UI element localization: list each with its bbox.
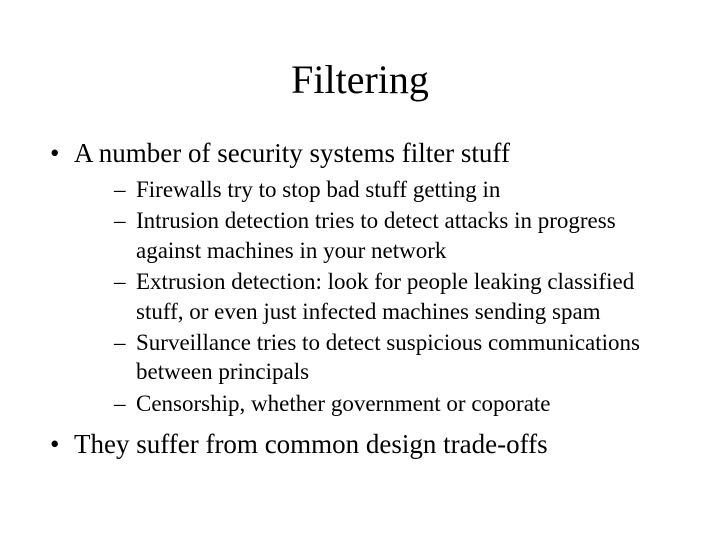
bullet-text: They suffer from common design trade-off… xyxy=(74,429,548,459)
sub-bullet-text: Censorship, whether government or copora… xyxy=(136,391,551,416)
sub-bullet-text: Intrusion detection tries to detect atta… xyxy=(136,208,616,262)
sub-bullet-text: Extrusion detection: look for people lea… xyxy=(136,269,634,323)
sub-bullet-item: Surveillance tries to detect suspicious … xyxy=(74,328,680,387)
bullet-text: A number of security systems filter stuf… xyxy=(74,138,510,168)
sub-bullet-text: Firewalls try to stop bad stuff getting … xyxy=(136,177,500,202)
sub-bullet-item: Censorship, whether government or copora… xyxy=(74,389,680,418)
sub-bullet-text: Surveillance tries to detect suspicious … xyxy=(136,330,640,384)
bullet-item: They suffer from common design trade-off… xyxy=(40,428,680,462)
sub-bullet-item: Extrusion detection: look for people lea… xyxy=(74,267,680,326)
sub-bullet-list: Firewalls try to stop bad stuff getting … xyxy=(74,175,680,419)
bullet-item: A number of security systems filter stuf… xyxy=(40,137,680,418)
slide-title: Filtering xyxy=(40,56,680,103)
sub-bullet-item: Intrusion detection tries to detect atta… xyxy=(74,206,680,265)
slide: Filtering A number of security systems f… xyxy=(0,0,720,540)
sub-bullet-item: Firewalls try to stop bad stuff getting … xyxy=(74,175,680,204)
bullet-list: A number of security systems filter stuf… xyxy=(40,137,680,462)
